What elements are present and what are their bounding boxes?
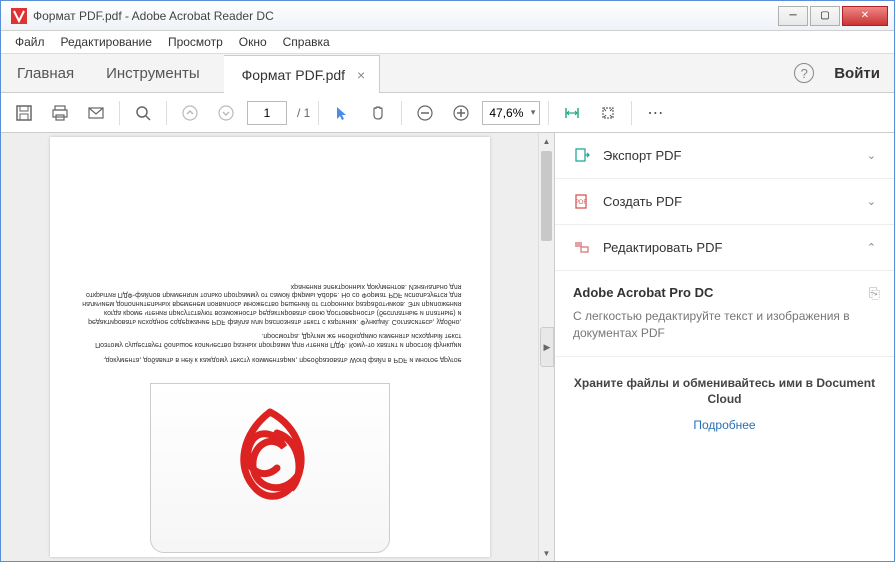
fit-page-icon[interactable] (593, 98, 623, 128)
chevron-down-icon: ⌄ (867, 149, 876, 162)
footer-text: Храните файлы и обменивайтесь ими в Docu… (573, 375, 876, 409)
side-item-label: Редактировать PDF (603, 240, 867, 255)
side-panel: ▶ Экспорт PDF ⌄ PDF Создать PDF ⌄ Редакт… (554, 133, 894, 561)
menu-window[interactable]: Окно (231, 33, 275, 51)
side-detail-panel: ⎘ Adobe Acrobat Pro DC С легкостью редак… (555, 271, 894, 357)
search-icon[interactable] (128, 98, 158, 128)
side-item-export[interactable]: Экспорт PDF ⌄ (555, 133, 894, 179)
app-icon (11, 8, 27, 24)
tab-document-label: Формат PDF.pdf (242, 67, 345, 83)
side-item-create[interactable]: PDF Создать PDF ⌄ (555, 179, 894, 225)
zoom-out-icon[interactable] (410, 98, 440, 128)
print-icon[interactable] (45, 98, 75, 128)
zoom-select[interactable]: 47,6% (482, 101, 540, 125)
detail-text: С легкостью редактируйте текст и изображ… (573, 308, 876, 342)
tab-close-icon[interactable]: × (357, 67, 365, 83)
collapse-panel-icon[interactable]: ▶ (540, 327, 554, 367)
tabbar: Главная Инструменты Формат PDF.pdf × ? В… (1, 53, 894, 93)
window-title: Формат PDF.pdf - Adobe Acrobat Reader DC (33, 9, 778, 23)
scroll-up-icon[interactable]: ▲ (539, 133, 554, 149)
titlebar: Формат PDF.pdf - Adobe Acrobat Reader DC… (1, 1, 894, 31)
close-button[interactable]: ✕ (842, 6, 888, 26)
document-area[interactable]: документа, добавить в ней к каждому текс… (1, 133, 554, 561)
create-pdf-icon: PDF (573, 193, 591, 211)
footer-link[interactable]: Подробнее (693, 418, 755, 432)
page-down-icon[interactable] (211, 98, 241, 128)
side-item-label: Создать PDF (603, 194, 867, 209)
page-total-label: / 1 (297, 106, 310, 120)
hand-tool-icon[interactable] (363, 98, 393, 128)
svg-text:PDF: PDF (575, 200, 587, 206)
detail-title: Adobe Acrobat Pro DC (573, 285, 876, 300)
chevron-up-icon: ⌃ (867, 241, 876, 254)
menubar: Файл Редактирование Просмотр Окно Справк… (1, 31, 894, 53)
zoom-value: 47,6% (489, 106, 523, 120)
chevron-down-icon: ⌄ (867, 195, 876, 208)
edit-pdf-icon (573, 239, 591, 257)
toolbar: / 1 47,6% ⋯ (1, 93, 894, 133)
side-item-label: Экспорт PDF (603, 148, 867, 163)
pdf-logo-icon (150, 383, 390, 553)
document-page: документа, добавить в ней к каждому текс… (50, 137, 490, 557)
tab-document[interactable]: Формат PDF.pdf × (224, 55, 381, 93)
menu-file[interactable]: Файл (7, 33, 53, 51)
tab-tools[interactable]: Инструменты (90, 54, 216, 92)
more-tools-icon[interactable]: ⋯ (640, 98, 670, 128)
minimize-button[interactable]: ─ (778, 6, 808, 26)
page-up-icon[interactable] (175, 98, 205, 128)
document-text: документа, добавить в ней к каждому текс… (50, 275, 490, 363)
email-icon[interactable] (81, 98, 111, 128)
menu-view[interactable]: Просмотр (160, 33, 231, 51)
save-icon[interactable] (9, 98, 39, 128)
page-number-input[interactable] (247, 101, 287, 125)
menu-edit[interactable]: Редактирование (53, 33, 160, 51)
export-pdf-icon (573, 147, 591, 165)
menu-help[interactable]: Справка (275, 33, 338, 51)
help-icon[interactable]: ? (794, 63, 814, 83)
cloud-link-icon[interactable]: ⎘ (869, 285, 880, 302)
scroll-down-icon[interactable]: ▼ (539, 545, 554, 561)
side-item-edit[interactable]: Редактировать PDF ⌃ (555, 225, 894, 271)
scroll-thumb[interactable] (541, 151, 552, 241)
zoom-in-icon[interactable] (446, 98, 476, 128)
fit-width-icon[interactable] (557, 98, 587, 128)
selection-tool-icon[interactable] (327, 98, 357, 128)
login-button[interactable]: Войти (828, 65, 886, 82)
side-footer: Храните файлы и обменивайтесь ими в Docu… (555, 357, 894, 451)
tab-home[interactable]: Главная (1, 54, 90, 92)
maximize-button[interactable]: ▢ (810, 6, 840, 26)
